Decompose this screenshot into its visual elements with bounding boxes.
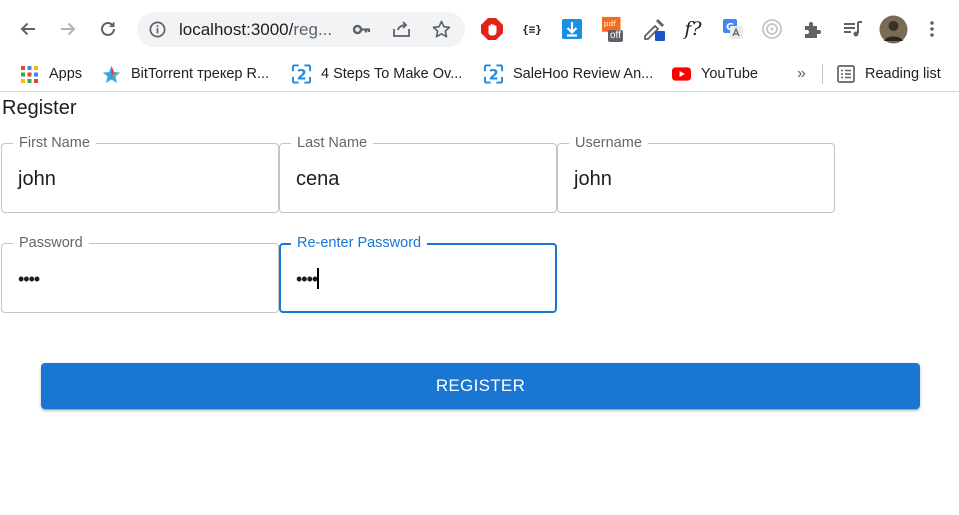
first-name-input[interactable]: john: [18, 168, 56, 190]
download-arrow-icon: [562, 19, 582, 39]
three-dots-vertical-icon: [930, 21, 934, 37]
first-name-label: First Name: [13, 133, 96, 153]
json-viewer-extension[interactable]: {≡}: [519, 16, 545, 42]
stop-hand-icon: [481, 18, 503, 40]
reenter-password-label: Re-enter Password: [291, 233, 428, 253]
browser-toolbar: localhost:3000/reg... {≡} pdf off f? G: [0, 0, 959, 58]
bookmark-label: SaleHoo Review An...: [513, 66, 654, 82]
address-bar[interactable]: localhost:3000/reg...: [137, 12, 465, 47]
reading-list-label: Reading list: [865, 66, 941, 82]
target-icon: [762, 19, 782, 39]
playlist-music-icon: [843, 20, 862, 36]
color-picker-extension[interactable]: [641, 16, 667, 42]
focus-extension[interactable]: [759, 16, 785, 42]
adblock-extension[interactable]: [479, 16, 505, 42]
share-icon: [393, 21, 410, 37]
youtube-icon: [672, 65, 691, 84]
pdf-off-badge: off: [608, 30, 623, 42]
translate-extension[interactable]: G: [720, 16, 746, 42]
svg-text:2: 2: [489, 68, 499, 84]
url-path: reg...: [293, 20, 333, 39]
last-name-input[interactable]: cena: [296, 168, 339, 190]
bittorrent-icon: [102, 65, 121, 84]
reenter-password-input[interactable]: ••••: [296, 269, 318, 289]
password-key-button[interactable]: [351, 19, 372, 40]
forward-button[interactable]: [53, 14, 83, 44]
formula-extension[interactable]: f?: [680, 16, 706, 42]
bookmark-star-button[interactable]: [431, 19, 452, 40]
eyedropper-icon: [644, 19, 665, 41]
last-name-field[interactable]: Last Name cena: [279, 133, 557, 213]
reading-list-icon: [836, 65, 855, 84]
page-title: Register: [2, 97, 77, 119]
first-name-field[interactable]: First Name john: [1, 133, 279, 213]
text-caret: [317, 268, 320, 289]
bookmark-label: 4 Steps To Make Ov...: [321, 66, 463, 82]
star-icon: [432, 20, 451, 38]
bookmark-label: BitTorrent трекер R...: [131, 66, 270, 82]
username-field[interactable]: Username john: [557, 133, 835, 213]
username-input[interactable]: john: [574, 168, 612, 190]
bookmark-salehoo[interactable]: 2 SaleHoo Review An...: [484, 61, 653, 87]
profile-avatar[interactable]: [878, 14, 908, 44]
password-input[interactable]: ••••: [18, 268, 40, 290]
apps-grid-icon: [20, 65, 39, 84]
bookmarks-overflow-button[interactable]: »: [797, 61, 806, 87]
info-icon[interactable]: [148, 20, 167, 39]
bookmark-4-steps[interactable]: 2 4 Steps To Make Ov...: [292, 61, 462, 87]
puzzle-piece-icon: [804, 21, 821, 38]
reenter-password-input-wrap[interactable]: ••••: [296, 268, 320, 290]
back-button[interactable]: [13, 14, 43, 44]
bookmark-youtube[interactable]: YouTube: [672, 61, 758, 87]
reading-list-button[interactable]: Reading list: [836, 61, 941, 87]
bookmark-apps[interactable]: Apps: [20, 61, 82, 87]
password-field[interactable]: Password ••••: [1, 233, 279, 313]
chrome-menu-button[interactable]: [919, 16, 945, 42]
extensions-menu-button[interactable]: [799, 16, 825, 42]
arrow-right-icon: [61, 22, 76, 36]
reenter-password-field[interactable]: Re-enter Password ••••: [279, 233, 557, 313]
bookmark-2-icon: 2: [292, 64, 311, 84]
svg-text:2: 2: [297, 68, 307, 84]
bookmarks-bar: Apps BitTorrent трекер R... 2 4 Steps To…: [0, 58, 959, 92]
reload-button[interactable]: [93, 14, 123, 44]
downloader-extension[interactable]: [559, 16, 585, 42]
share-button[interactable]: [391, 19, 412, 40]
avatar-icon: [879, 15, 907, 43]
reload-icon: [101, 21, 115, 36]
pdf-extension[interactable]: pdf off: [601, 16, 627, 42]
bookmarks-separator: [822, 64, 823, 84]
key-icon: [352, 24, 371, 35]
password-label: Password: [13, 233, 89, 253]
media-control-button[interactable]: [839, 16, 865, 42]
google-translate-icon: G: [723, 19, 743, 39]
arrow-left-icon: [20, 22, 35, 36]
url-text[interactable]: localhost:3000/reg...: [179, 20, 337, 40]
bookmark-bittorrent[interactable]: BitTorrent трекер R...: [102, 61, 269, 87]
register-button[interactable]: REGISTER: [41, 363, 920, 409]
username-label: Username: [569, 133, 648, 153]
bookmark-label: YouTube: [701, 66, 758, 82]
bookmark-label: Apps: [49, 66, 83, 82]
bookmark-2-icon: 2: [484, 64, 503, 84]
last-name-label: Last Name: [291, 133, 374, 153]
svg-text:pdf: pdf: [604, 19, 616, 28]
url-host: localhost:3000/: [179, 20, 294, 39]
